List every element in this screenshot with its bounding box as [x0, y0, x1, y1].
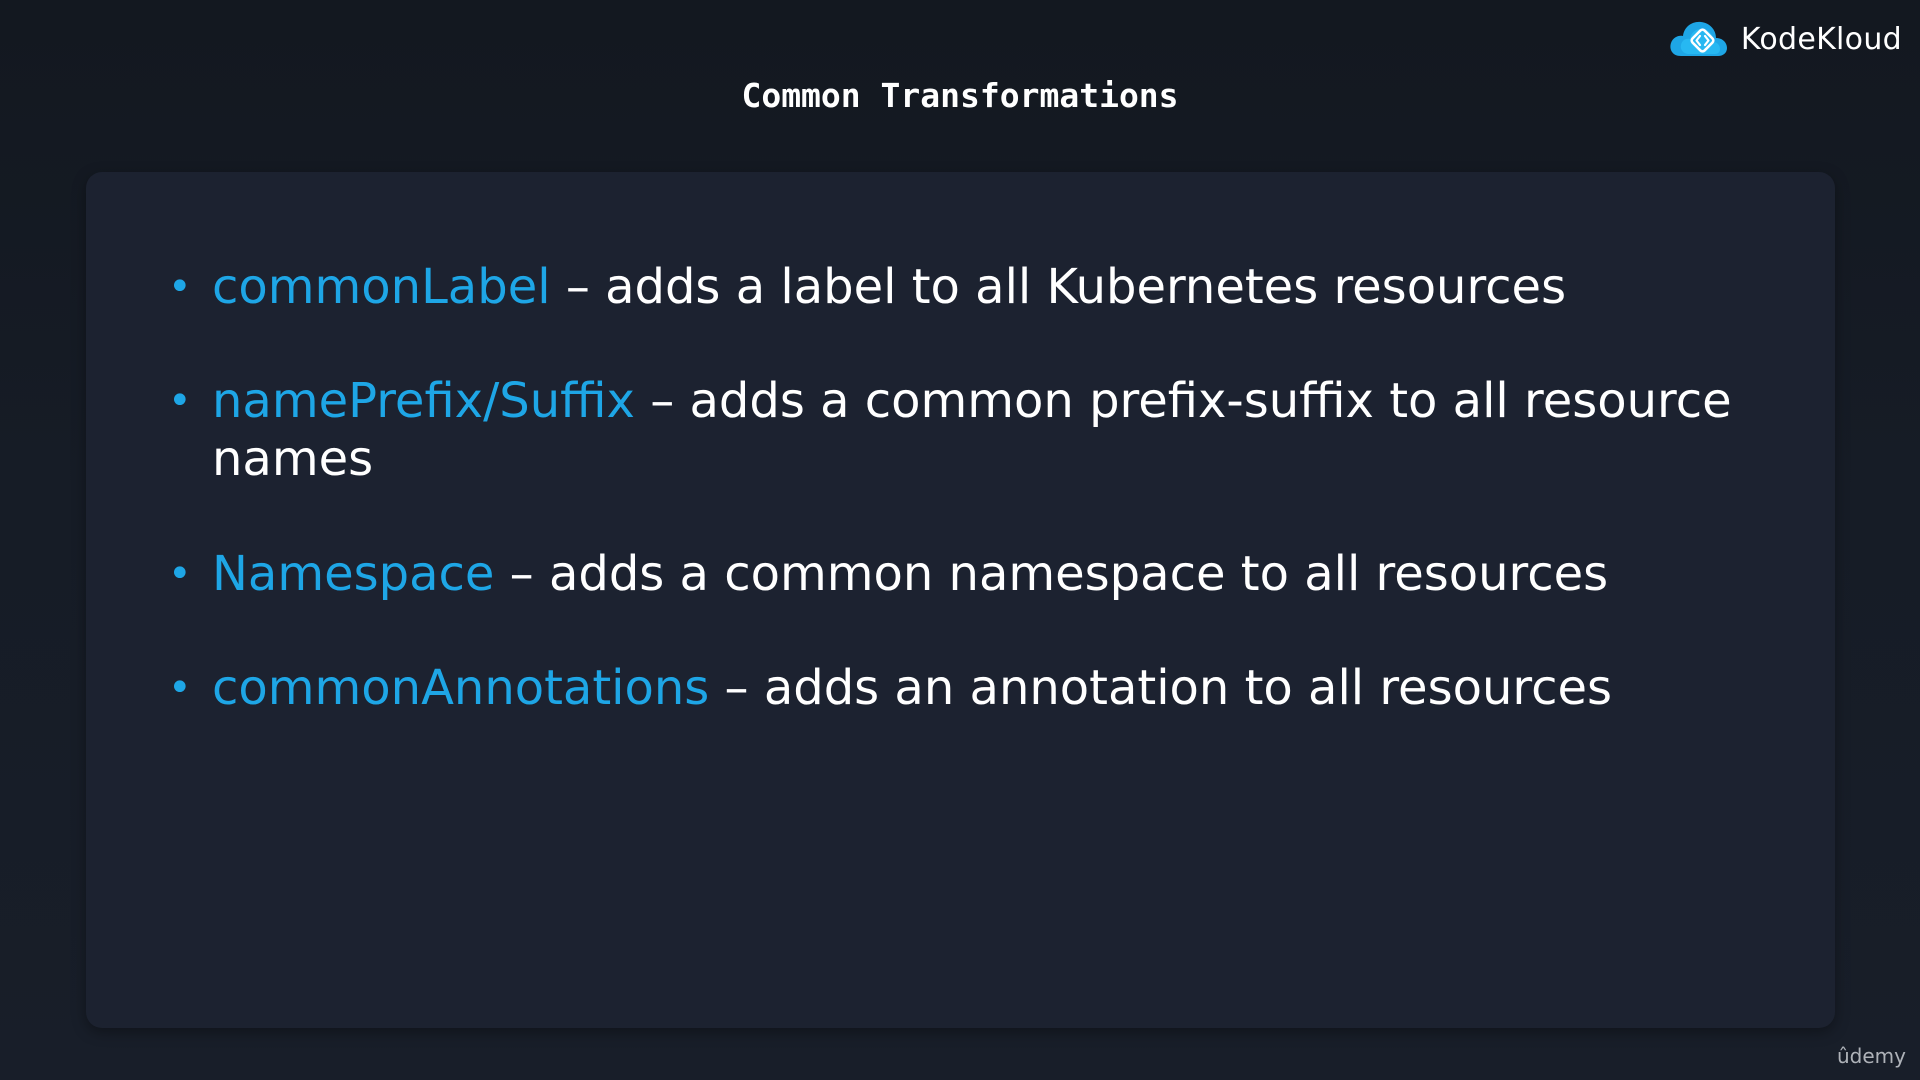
bullet-keyword: commonLabel	[212, 259, 551, 315]
bullet-item-name-prefix-suffix: • namePrefix/Suffix – adds a common pref…	[168, 372, 1792, 488]
brand-logo: KodeKloud	[1667, 16, 1902, 62]
bullet-dot-icon: •	[168, 378, 192, 424]
bullet-dot-icon: •	[168, 665, 192, 711]
bullet-keyword: commonAnnotations	[212, 660, 710, 716]
bullet-description: – adds an annotation to all resources	[709, 660, 1612, 716]
udemy-watermark: ûdemy	[1837, 1044, 1906, 1068]
content-card: • commonLabel – adds a label to all Kube…	[86, 172, 1835, 1028]
bullet-item-common-annotations: • commonAnnotations – adds an annotation…	[168, 659, 1792, 717]
bullet-item-common-label: • commonLabel – adds a label to all Kube…	[168, 258, 1792, 316]
kodekloud-cloud-code-icon	[1670, 21, 1727, 56]
slide-title: Common Transformations	[741, 76, 1179, 115]
bullet-keyword: namePrefix/Suffix	[212, 373, 635, 429]
bullet-dot-icon: •	[168, 264, 192, 310]
bullet-description: – adds a label to all Kubernetes resourc…	[550, 259, 1567, 315]
bullet-keyword: Namespace	[212, 546, 495, 602]
bullet-item-namespace: • Namespace – adds a common namespace to…	[168, 545, 1792, 603]
bullet-dot-icon: •	[168, 551, 192, 597]
brand-name: KodeKloud	[1740, 21, 1902, 57]
bullet-description: – adds a common namespace to all resourc…	[494, 546, 1609, 602]
